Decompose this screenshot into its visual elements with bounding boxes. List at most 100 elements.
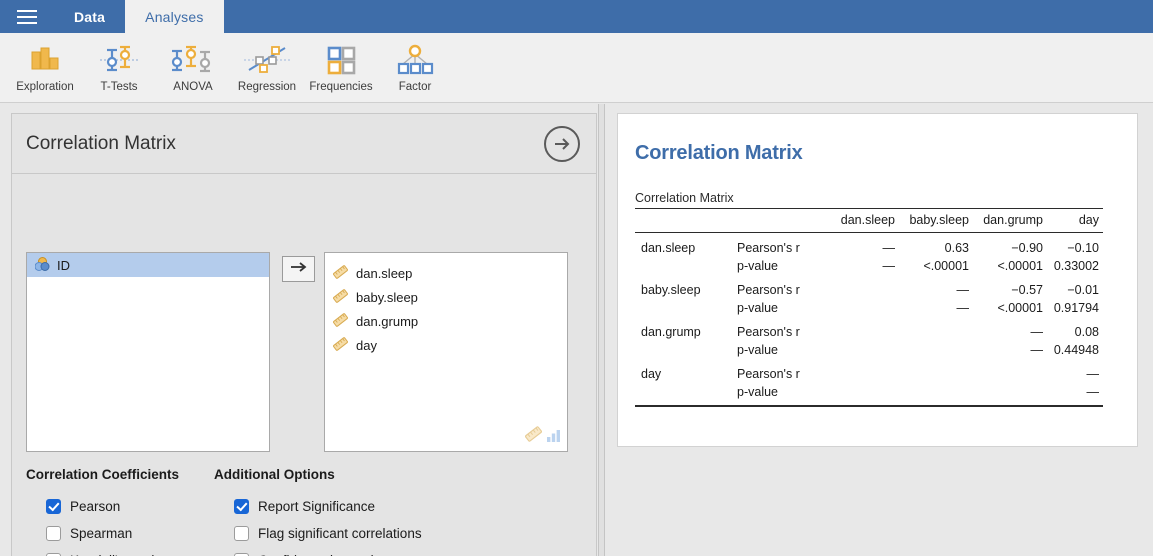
ordinal-variable-icon — [546, 428, 561, 447]
variable-name: day — [356, 338, 377, 353]
row-variable — [635, 299, 721, 317]
ribbon-label: Factor — [399, 81, 432, 93]
checkbox-report-significance[interactable]: Report Significance — [214, 493, 514, 520]
ribbon-button-anova[interactable]: ANOVA — [156, 33, 230, 101]
continuous-variable-icon — [525, 426, 542, 447]
variable-name: baby.sleep — [356, 290, 418, 305]
ribbon-label: ANOVA — [173, 81, 212, 93]
checkbox-flag-significant[interactable]: Flag significant correlations — [214, 520, 514, 547]
row-statistic: p-value — [721, 383, 829, 406]
permitted-variable-types — [525, 426, 561, 447]
cell-value: — — [829, 257, 899, 275]
source-variables-list[interactable]: ID — [26, 252, 270, 452]
cell-value — [829, 299, 899, 317]
checkbox-box[interactable] — [234, 526, 249, 541]
ribbon-button-frequencies[interactable]: Frequencies — [304, 33, 378, 101]
list-item[interactable]: ID — [27, 253, 269, 277]
ribbon-button-factor[interactable]: Factor — [378, 33, 452, 101]
factor-tree-icon — [395, 39, 435, 79]
cell-value — [899, 383, 973, 406]
hamburger-line — [17, 16, 37, 18]
table-header-row: dan.sleep baby.sleep dan.grump day — [635, 209, 1103, 233]
checkbox-label: Flag significant correlations — [258, 526, 422, 541]
arrow-right-icon — [290, 260, 308, 278]
cell-value — [829, 359, 899, 383]
continuous-variable-icon — [333, 289, 348, 306]
list-item[interactable]: baby.sleep — [325, 285, 567, 309]
checkbox-label: Spearman — [70, 526, 132, 541]
cell-value: 0.91794 — [1047, 299, 1103, 317]
group-title: Additional Options — [214, 467, 514, 482]
row-statistic: p-value — [721, 257, 829, 275]
list-item[interactable]: day — [325, 333, 567, 357]
hamburger-menu-icon[interactable] — [0, 0, 54, 33]
table-caption: Correlation Matrix — [635, 191, 1115, 205]
cell-value: 0.33002 — [1047, 257, 1103, 275]
bar-chart-icon — [25, 39, 65, 79]
correlation-matrix-table: dan.sleep baby.sleep dan.grump day dan.s… — [635, 208, 1103, 407]
cell-value: 0.63 — [899, 233, 973, 258]
ribbon-button-ttests[interactable]: T-Tests — [82, 33, 156, 101]
four-squares-icon — [321, 39, 361, 79]
results-card-correlation-matrix[interactable]: Correlation Matrix Correlation Matrix da… — [617, 113, 1138, 447]
table-row: p-value — <.00001 <.00001 0.33002 — [635, 257, 1103, 275]
row-variable — [635, 341, 721, 359]
error-bars-three-icon — [167, 39, 219, 79]
table-row: p-value — — [635, 383, 1103, 406]
row-statistic: Pearson's r — [721, 275, 829, 299]
assign-variable-button[interactable] — [282, 256, 315, 282]
checkbox-pearson[interactable]: Pearson — [26, 493, 216, 520]
analyses-ribbon: Exploration T-Tests — [0, 33, 1153, 103]
row-variable: dan.grump — [635, 317, 721, 341]
column-header-dan-grump: dan.grump — [973, 209, 1047, 233]
cell-value: — — [829, 233, 899, 258]
checkbox-spearman[interactable]: Spearman — [26, 520, 216, 547]
tab-data[interactable]: Data — [54, 0, 125, 33]
row-variable: day — [635, 359, 721, 383]
cell-value — [829, 341, 899, 359]
checkbox-confidence-intervals[interactable]: Confidence intervals — [214, 547, 514, 556]
row-variable: baby.sleep — [635, 275, 721, 299]
cell-value — [899, 317, 973, 341]
checkbox-kendall[interactable]: Kendall's tau-b — [26, 547, 216, 556]
analysis-options-panel: Correlation Matrix — [11, 113, 597, 556]
cell-value — [829, 275, 899, 299]
continuous-variable-icon — [333, 337, 348, 354]
panel-splitter[interactable] — [598, 104, 605, 556]
list-item[interactable]: dan.grump — [325, 309, 567, 333]
column-header-baby-sleep: baby.sleep — [899, 209, 973, 233]
row-statistic: Pearson's r — [721, 233, 829, 258]
row-statistic: p-value — [721, 341, 829, 359]
column-header-day: day — [1047, 209, 1103, 233]
group-title: Correlation Coefficients — [26, 467, 216, 482]
row-variable: dan.sleep — [635, 233, 721, 258]
target-variables-list[interactable]: dan.sleep — [324, 252, 568, 452]
ribbon-button-regression[interactable]: Regression — [230, 33, 304, 101]
page-title: Correlation Matrix — [26, 133, 176, 155]
checkbox-label: Pearson — [70, 499, 120, 514]
hamburger-line — [17, 10, 37, 12]
table-row: baby.sleep Pearson's r — −0.57 −0.01 — [635, 275, 1103, 299]
column-header-variable — [635, 209, 721, 233]
checkbox-box[interactable] — [46, 499, 61, 514]
ribbon-label: Regression — [238, 81, 296, 93]
checkbox-box[interactable] — [234, 499, 249, 514]
cell-value: — — [973, 341, 1047, 359]
table-header: dan.sleep baby.sleep dan.grump day — [635, 209, 1103, 233]
options-body: ID — [12, 174, 596, 202]
cell-value: −0.57 — [973, 275, 1047, 299]
ribbon-button-exploration[interactable]: Exploration — [8, 33, 82, 101]
checkbox-box[interactable] — [46, 526, 61, 541]
cell-value — [899, 359, 973, 383]
cell-value: −0.01 — [1047, 275, 1103, 299]
cell-value: — — [973, 317, 1047, 341]
list-item[interactable]: dan.sleep — [325, 261, 567, 285]
scatter-line-icon — [241, 39, 293, 79]
table-body: dan.sleep Pearson's r — 0.63 −0.90 −0.10… — [635, 233, 1103, 407]
column-header-statistic — [721, 209, 829, 233]
options-header: Correlation Matrix — [12, 114, 596, 174]
ribbon-label: Exploration — [16, 81, 74, 93]
arrow-right-circle-icon[interactable] — [544, 126, 580, 162]
row-statistic: p-value — [721, 299, 829, 317]
tab-analyses[interactable]: Analyses — [125, 0, 223, 33]
